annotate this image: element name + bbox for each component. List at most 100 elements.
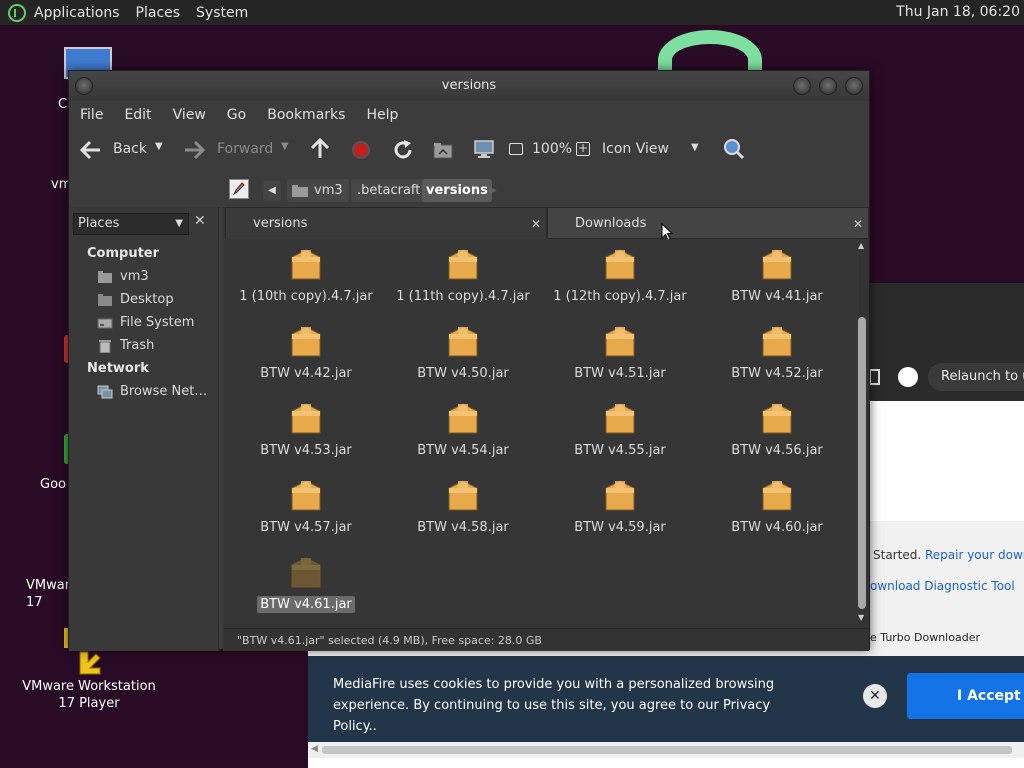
menu-places[interactable]: Places xyxy=(136,5,181,21)
menu-help[interactable]: Help xyxy=(366,107,398,123)
breadcrumb-label: vm3 xyxy=(314,183,343,198)
tab-bar: versions ✕ Downloads ✕ xyxy=(223,207,869,241)
back-history-chevron-icon[interactable]: ▼ xyxy=(155,141,163,152)
menu-go[interactable]: Go xyxy=(227,107,246,123)
sidebar-selector[interactable]: Places ▼ xyxy=(73,213,189,235)
file-item[interactable]: BTW v4.57.jar xyxy=(231,476,381,536)
forward-button[interactable]: Forward xyxy=(217,141,273,157)
profile-icon[interactable] xyxy=(898,367,918,387)
zoom-in-icon[interactable]: + xyxy=(576,142,590,156)
window-menu-button[interactable] xyxy=(75,77,93,95)
desktop-icon-label: C xyxy=(58,97,68,112)
search-icon[interactable] xyxy=(723,138,745,160)
file-name: BTW v4.58.jar xyxy=(417,520,509,535)
tab-label: Downloads xyxy=(575,216,647,231)
sidebar-close-icon[interactable]: ✕ xyxy=(194,213,206,229)
view-mode-chevron-icon[interactable]: ▼ xyxy=(691,142,699,153)
back-arrow-icon[interactable] xyxy=(80,140,102,160)
up-arrow-icon[interactable] xyxy=(310,138,330,160)
breadcrumb-vm3[interactable]: vm3 xyxy=(287,179,349,202)
close-button[interactable] xyxy=(845,77,863,95)
back-button[interactable]: Back xyxy=(113,141,147,157)
file-item[interactable]: BTW v4.58.jar xyxy=(388,476,538,536)
menu-edit[interactable]: Edit xyxy=(124,107,151,123)
repair-link[interactable]: Repair your downloa xyxy=(925,548,1024,562)
file-item[interactable]: BTW v4.60.jar xyxy=(702,476,852,536)
sidebar-item-browse-network[interactable]: Browse Net… xyxy=(97,384,207,399)
file-item[interactable]: BTW v4.42.jar xyxy=(231,322,381,382)
zoom-out-icon[interactable] xyxy=(509,143,523,155)
tab-close-icon[interactable]: ✕ xyxy=(531,208,541,240)
sidebar-item-trash[interactable]: Trash xyxy=(97,338,154,353)
stop-icon[interactable] xyxy=(352,141,370,159)
file-name: 1 (12th copy).4.7.jar xyxy=(553,289,687,304)
relaunch-button[interactable]: Relaunch to up xyxy=(928,363,1024,391)
diagnostic-link[interactable]: ownload Diagnostic Tool xyxy=(870,579,1015,593)
vertical-scrollbar[interactable]: ▲ ▼ xyxy=(857,239,867,624)
file-item[interactable]: 1 (10th copy).4.7.jar xyxy=(231,245,381,305)
breadcrumb-versions[interactable]: versions xyxy=(422,179,492,202)
sidebar-header-network: Network xyxy=(87,361,149,376)
file-name: BTW v4.53.jar xyxy=(260,443,352,458)
file-item[interactable]: BTW v4.52.jar xyxy=(702,322,852,382)
distro-logo-icon[interactable] xyxy=(8,3,26,22)
menu-file[interactable]: File xyxy=(80,107,103,123)
scroll-thumb[interactable] xyxy=(322,746,1012,754)
sidebar-item-vm3[interactable]: vm3 xyxy=(97,269,149,284)
reload-icon[interactable] xyxy=(392,139,414,161)
maximize-button[interactable] xyxy=(819,77,837,95)
file-item[interactable]: BTW v4.50.jar xyxy=(388,322,538,382)
scroll-up-icon[interactable]: ▲ xyxy=(858,241,864,250)
file-item[interactable]: BTW v4.56.jar xyxy=(702,399,852,459)
browser-horizontal-scrollbar[interactable]: ◀ xyxy=(308,742,1024,758)
home-folder-icon[interactable] xyxy=(433,141,453,159)
window-titlebar[interactable]: versions xyxy=(69,71,869,101)
menu-view[interactable]: View xyxy=(173,107,206,123)
clock[interactable]: Thu Jan 18, 06:20 xyxy=(896,4,1020,20)
file-item[interactable]: 1 (12th copy).4.7.jar xyxy=(545,245,695,305)
file-name: BTW v4.50.jar xyxy=(417,366,509,381)
file-item[interactable]: BTW v4.54.jar xyxy=(388,399,538,459)
scroll-left-icon[interactable]: ◀ xyxy=(311,744,318,754)
scroll-down-icon[interactable]: ▼ xyxy=(858,613,864,622)
home-folder-icon xyxy=(292,184,308,197)
content-pane: versions ✕ Downloads ✕ 1 (10th copy).4.7… xyxy=(223,207,869,651)
tab-label: versions xyxy=(253,216,308,231)
file-item[interactable]: BTW v4.53.jar xyxy=(231,399,381,459)
turbo-downloader-text[interactable]: e Turbo Downloader xyxy=(870,631,980,644)
location-bar: ◀ vm3 .betacraft versions ▶ xyxy=(69,173,869,207)
file-item[interactable]: BTW v4.61.jar xyxy=(231,553,381,613)
vmware-arrow-icon xyxy=(79,651,101,675)
sidebar-item-file-system[interactable]: File System xyxy=(97,315,194,330)
breadcrumb-betacraft[interactable]: .betacraft xyxy=(351,179,427,202)
package-icon xyxy=(762,249,792,280)
scroll-thumb[interactable] xyxy=(858,317,866,609)
file-item[interactable]: 1 (11th copy).4.7.jar xyxy=(388,245,538,305)
edit-location-icon[interactable] xyxy=(229,179,249,199)
menu-system[interactable]: System xyxy=(196,5,248,21)
tab-close-icon[interactable]: ✕ xyxy=(853,208,863,240)
file-item[interactable]: BTW v4.59.jar xyxy=(545,476,695,536)
minimize-button[interactable] xyxy=(793,77,811,95)
toolbar: Back ▼ Forward ▼ 100% + Icon View ▼ xyxy=(69,129,869,173)
file-item[interactable]: BTW v4.51.jar xyxy=(545,322,695,382)
cookie-close-button[interactable]: ✕ xyxy=(863,684,887,708)
view-mode-select[interactable]: Icon View xyxy=(602,141,669,157)
accept-cookies-button[interactable]: I Accept xyxy=(907,673,1024,719)
file-item[interactable]: BTW v4.41.jar xyxy=(702,245,852,305)
tab-versions[interactable]: versions ✕ xyxy=(225,207,547,239)
file-name: BTW v4.56.jar xyxy=(731,443,823,458)
package-icon xyxy=(291,326,321,357)
breadcrumb-left-icon[interactable]: ◀ xyxy=(263,181,281,201)
sidebar-item-desktop[interactable]: Desktop xyxy=(97,292,174,307)
menu-bookmarks[interactable]: Bookmarks xyxy=(267,107,345,123)
forward-history-chevron-icon[interactable]: ▼ xyxy=(281,141,289,152)
file-item[interactable]: BTW v4.55.jar xyxy=(545,399,695,459)
breadcrumb-right-icon[interactable]: ▶ xyxy=(489,185,497,196)
tab-downloads[interactable]: Downloads ✕ xyxy=(547,207,869,239)
sidebar-item-label: Trash xyxy=(120,338,155,353)
menu-applications[interactable]: Applications xyxy=(34,5,120,21)
computer-icon[interactable] xyxy=(473,139,495,159)
desktop-vmware-player[interactable]: VMware Workstation 17 Player xyxy=(18,650,160,712)
package-icon xyxy=(448,326,478,357)
